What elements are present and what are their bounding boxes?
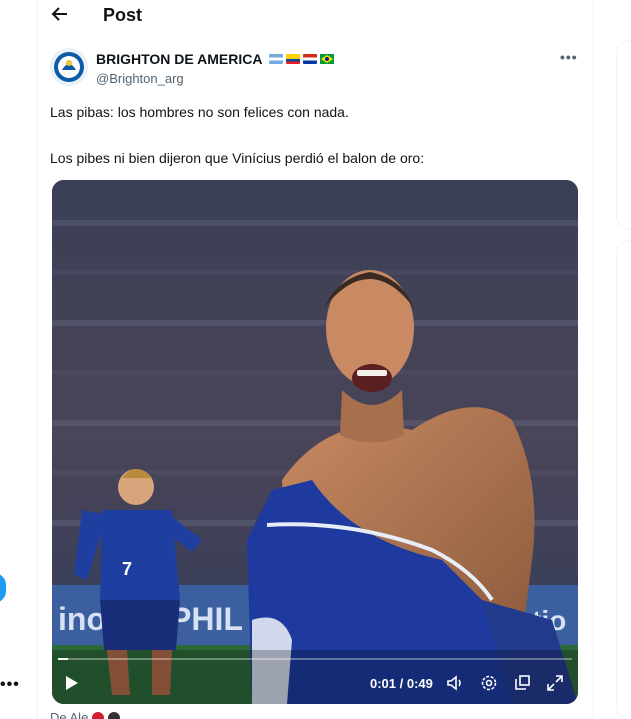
picture-in-picture-icon[interactable] [512,673,532,693]
page-title: Post [103,5,143,25]
red-circle-icon [92,711,105,719]
paraguay-flag-icon [303,54,318,64]
video-frame: inor PHIL tio 7 [52,180,578,704]
post-column: Post BRIGHTON DE AMERICA @Brighton_arg •… [38,0,594,719]
post-header: Post [38,0,594,32]
tweet-text-line-2: Los pibes ni bien dijeron que Vinícius p… [50,150,425,166]
avatar[interactable] [50,48,88,86]
sidebar-card [616,240,631,719]
video-progress-fill [58,658,69,660]
footer-partial-text: De Ale [50,710,89,719]
video-progress-bar[interactable] [58,658,572,660]
volume-icon[interactable] [445,673,465,693]
banner-text-mid: PHIL [170,601,243,637]
author-handle[interactable]: @Brighton_arg [96,71,184,86]
video-player[interactable]: inor PHIL tio 7 [52,180,578,704]
left-navigation-rail: ••• [0,0,38,719]
play-icon[interactable] [65,675,79,691]
footer-partial: De Ale [50,710,121,719]
fullscreen-icon[interactable] [545,673,565,693]
author-name[interactable]: BRIGHTON DE AMERICA [96,51,335,67]
sidebar-card [616,40,631,230]
compose-button-edge[interactable] [0,573,6,603]
black-circle-icon [108,711,121,719]
right-sidebar-edge [594,0,631,719]
jersey-number: 7 [122,559,132,579]
back-arrow-icon[interactable] [50,4,74,26]
brazil-flag-icon [320,54,335,64]
rail-more-icon[interactable]: ••• [0,676,20,694]
settings-gear-icon[interactable] [479,673,499,693]
video-time: 0:01 / 0:49 [370,676,433,691]
ecuador-flag-icon [286,54,301,64]
more-options-icon[interactable]: ••• [560,49,578,65]
author-display-name: BRIGHTON DE AMERICA [96,51,263,67]
argentina-flag-icon [269,54,284,64]
tweet-text-line-1: Las pibas: los hombres no son felices co… [50,104,349,120]
